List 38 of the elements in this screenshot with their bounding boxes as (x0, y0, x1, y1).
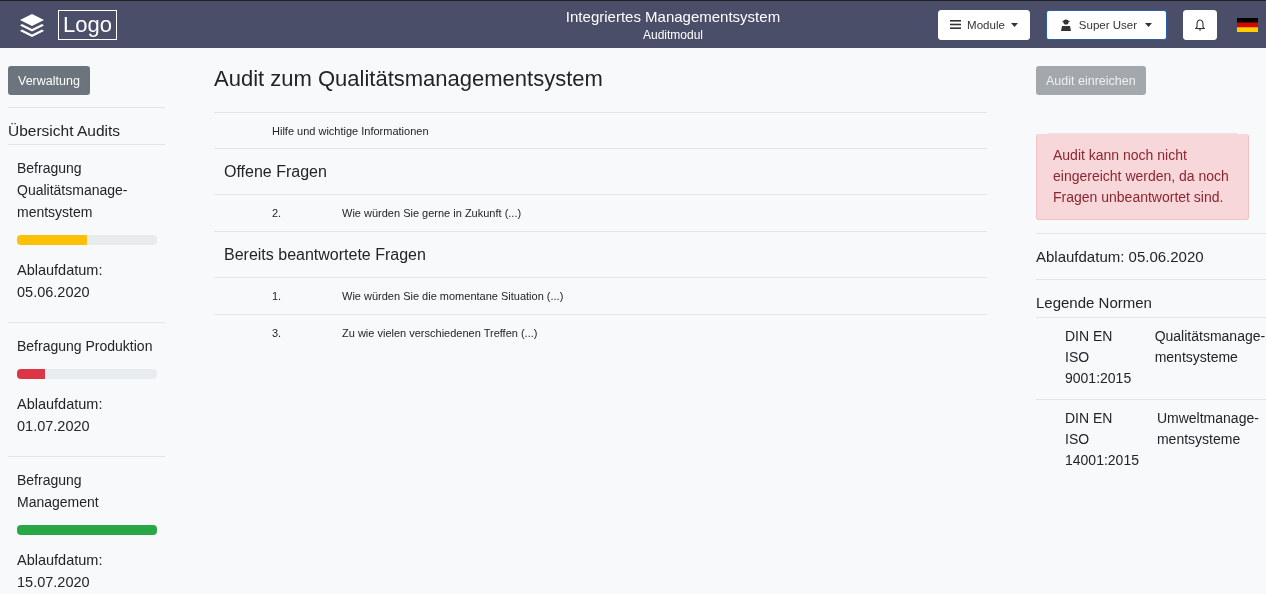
module-button[interactable]: Module (938, 9, 1030, 40)
question-link[interactable]: Zu wie vielen verschiedenen Treffen (...) (342, 327, 538, 339)
user-icon (1060, 18, 1071, 31)
user-button[interactable]: Super User (1045, 9, 1167, 40)
warning-alert: Audit kann noch nicht eingereicht werden, da noch Fragen unbeantwortet sind. (1036, 134, 1249, 220)
caret-icon (1010, 22, 1018, 27)
expiry-date: Ablaufdatum: 05.06.2020 (17, 261, 104, 302)
question-link[interactable]: Wie würden Sie die momentane Situation (...) (342, 290, 564, 302)
question-link[interactable]: Wie würden Sie gerne in Zukunft (...) (342, 207, 522, 219)
section-heading: Offene Fragen (224, 162, 327, 181)
expiry-date: Ablaufdatum: 01.07.2020 (17, 395, 104, 436)
app-title: Integriertes Managementsystem (564, 7, 782, 25)
legend-heading: Legende Normen (1036, 280, 1266, 318)
logo[interactable]: Logo (58, 9, 117, 40)
layers-icon (18, 11, 46, 38)
page-title: Audit zum Qualitätsmanagementsystem (214, 66, 604, 92)
admin-button[interactable]: Verwaltung (8, 66, 90, 95)
app-subtitle: Auditmodul (641, 27, 704, 42)
expiry-date: Ablaufdatum: 15.07.2020 (17, 551, 104, 592)
question-number: 3. (271, 327, 283, 339)
question-number: 1. (271, 290, 283, 302)
bell-icon (1195, 18, 1205, 31)
audit-title[interactable]: Befragung Qualitätsmanage-mentsystem (17, 157, 165, 223)
menu-icon (950, 20, 962, 29)
caret-icon (1145, 22, 1152, 27)
section-heading: Bereits beantwortete Fragen (224, 245, 426, 264)
notification-button[interactable] (1183, 9, 1217, 40)
norm-code: DIN EN ISO 14001:2015 (1065, 409, 1139, 470)
norm-code: DIN EN ISO 9001:2015 (1065, 327, 1133, 388)
norm-name: Umweltmanage-mentsysteme (1156, 409, 1260, 449)
norm-name: Qualitätsmanage-mentsysteme (1154, 327, 1266, 367)
expiry-date: Ablaufdatum: 05.06.2020 (1036, 233, 1266, 280)
question-number: 2. (271, 207, 283, 219)
audit-title[interactable]: Befragung Management (17, 469, 165, 513)
audit-title[interactable]: Befragung Produktion (17, 335, 165, 357)
flag-icon (1237, 17, 1258, 32)
help-link[interactable]: Hilfe und wichtige Informationen (272, 124, 429, 137)
sidebar-heading: Übersicht Audits (8, 107, 165, 145)
